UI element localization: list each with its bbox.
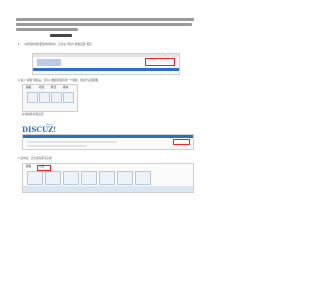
screenshot-3 — [22, 134, 194, 150]
tab-template: 模板 — [26, 86, 32, 89]
layout-thumb — [27, 171, 43, 185]
layout-thumb — [135, 171, 151, 185]
logo-text: DISCUZ! — [22, 125, 57, 134]
shot4-footer — [23, 186, 193, 192]
intro-line — [16, 18, 194, 21]
screenshot-1 — [32, 53, 180, 75]
shot1-header — [33, 54, 179, 57]
shot1-nav — [33, 68, 179, 71]
shot4-highlight — [37, 164, 51, 171]
layout-thumb — [117, 171, 133, 185]
intro-line — [16, 23, 192, 26]
layout-thumb — [63, 171, 79, 185]
shot3-content — [27, 145, 87, 147]
step-3-text: 3.选中后，点击保存即可完成 — [18, 157, 52, 160]
footer-tab-template: 模板 — [26, 165, 32, 168]
screenshot-2: 模板 布局 样式 模块 — [22, 84, 78, 112]
intro-line — [16, 28, 78, 31]
step-3-desc: 3.选中后，点击保存即可完成 — [18, 157, 52, 160]
step-1-desc: 在界面找到您要装饰的板块，点击右上角的“模板设置”按钮 — [24, 43, 92, 46]
template-thumb — [51, 92, 62, 103]
shot1-highlight — [145, 58, 175, 66]
shot3-content — [27, 141, 117, 143]
template-thumb — [63, 92, 74, 103]
template-thumb — [27, 92, 38, 103]
logo-sub: Discuz! — [46, 124, 54, 126]
shot1-logo — [37, 59, 61, 66]
step-1-num: 1. — [18, 43, 21, 46]
caption-1: 在线编辑/模板设置 — [22, 113, 44, 116]
step-2-text: 2.进入“模板”面板后，您可以根据需要选择一个模板，或自行设置模板 — [18, 79, 99, 82]
tab-style: 样式 — [51, 86, 57, 89]
shot3-nav — [23, 135, 193, 138]
discuz-logo: DISCUZ! — [22, 125, 56, 134]
layout-thumb — [81, 171, 97, 185]
tab-module: 模块 — [63, 86, 69, 89]
layout-thumb — [99, 171, 115, 185]
shot3-highlight — [173, 139, 190, 145]
layout-thumb — [45, 171, 61, 185]
template-thumb — [39, 92, 50, 103]
step-1-text: 1. 在界面找到您要装饰的板块，点击右上角的“模板设置”按钮 — [18, 43, 92, 46]
document-page: 1. 在界面找到您要装饰的板块，点击右上角的“模板设置”按钮 2.进入“模板”面… — [0, 0, 210, 297]
screenshot-4: 模板 布局 — [22, 163, 194, 193]
tab-layout: 布局 — [39, 86, 45, 89]
intro-note — [50, 34, 72, 37]
